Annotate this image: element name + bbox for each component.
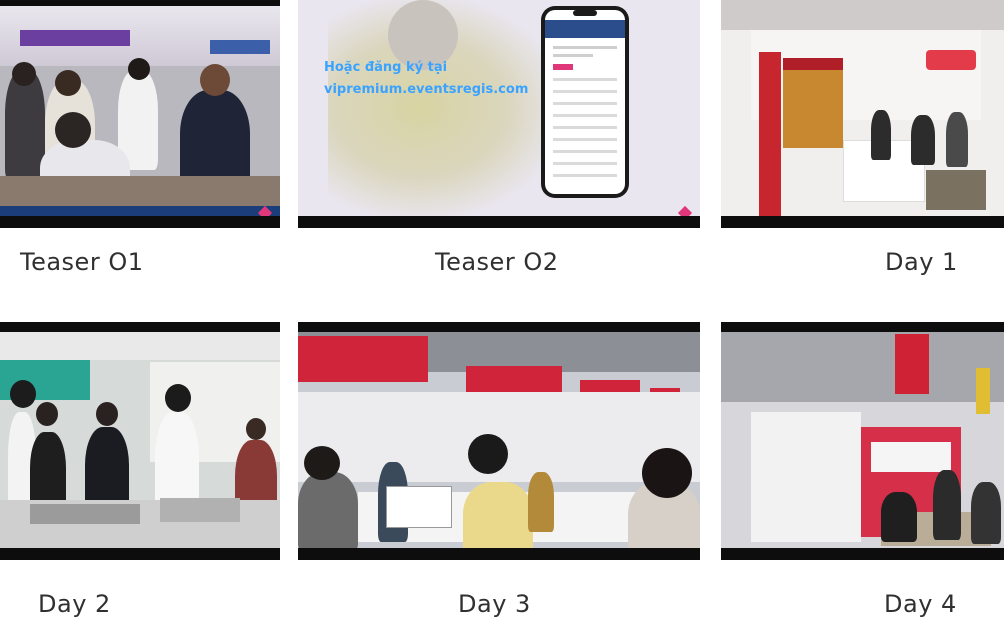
video-frame-top-bar	[0, 322, 280, 332]
video-frame-bottom-bar	[0, 548, 280, 560]
visitor-head	[10, 380, 36, 408]
video-thumbnail[interactable]	[721, 322, 1004, 560]
booth-display	[783, 58, 843, 148]
booth-sign	[210, 40, 270, 54]
video-frame-bottom-bar	[298, 548, 700, 560]
video-thumbnail[interactable]: Hoặc đăng ký tại vipremium.eventsregis.c…	[298, 0, 700, 228]
visitor-head	[128, 58, 150, 80]
product-stand	[926, 170, 986, 210]
overlay-text-line1: Hoặc đăng ký tại	[324, 60, 448, 75]
overlay-text-line2: vipremium.eventsregis.com	[324, 82, 529, 97]
booth-display-top	[783, 58, 843, 70]
visitor-head	[200, 64, 230, 96]
visitor-figure	[971, 482, 1001, 544]
visitor-head	[12, 62, 36, 86]
product-stand	[160, 498, 240, 522]
booth-wall	[751, 412, 861, 542]
visitor-figure	[528, 472, 554, 532]
video-frame-bottom-bar	[721, 548, 1004, 560]
ceiling	[721, 0, 1004, 30]
hanging-banner	[976, 368, 990, 414]
booth-pillar	[759, 52, 781, 216]
video-frame-bottom-bar	[721, 216, 1004, 228]
ceiling	[721, 332, 1004, 402]
visitor-head	[246, 418, 266, 440]
visitor-head	[642, 448, 692, 498]
video-caption: Day 4	[884, 590, 957, 618]
visitor-figure	[881, 492, 917, 542]
video-frame-bottom-bar	[0, 216, 280, 228]
visitor-figure	[298, 472, 358, 552]
ceiling-strip	[0, 332, 280, 360]
visitor-figure	[871, 110, 891, 160]
booth-sign	[298, 336, 428, 382]
product-display	[386, 486, 452, 528]
video-thumbnail[interactable]	[0, 322, 280, 560]
booth-sign	[20, 30, 130, 46]
video-thumbnail[interactable]	[721, 0, 1004, 228]
video-caption: Day 1	[885, 248, 958, 276]
visitor-figure	[946, 112, 968, 167]
visitor-head	[55, 112, 91, 148]
video-caption: Teaser O1	[20, 248, 144, 276]
visitor-figure	[911, 115, 935, 165]
visitor-head	[304, 446, 340, 480]
video-frame-bottom-bar	[298, 216, 700, 228]
phone-mockup	[541, 6, 629, 198]
video-thumbnail[interactable]	[298, 322, 700, 560]
visitor-head	[55, 70, 81, 96]
visitor-head	[36, 402, 58, 426]
visitor-figure	[5, 70, 45, 180]
visitor-figure	[933, 470, 961, 540]
counter-table	[0, 176, 280, 206]
video-frame-top-bar	[298, 322, 700, 332]
visitor-head	[468, 434, 508, 474]
visitor-head	[165, 384, 191, 412]
video-caption: Day 2	[38, 590, 111, 618]
hanging-banner	[895, 334, 929, 394]
video-thumbnail[interactable]	[0, 0, 280, 228]
info-strip	[0, 206, 280, 216]
product-stand	[30, 504, 140, 524]
video-caption: Teaser O2	[435, 248, 559, 276]
video-frame-top-bar	[721, 322, 1004, 332]
video-caption: Day 3	[458, 590, 531, 618]
visitor-head	[96, 402, 118, 426]
product-shelf	[871, 442, 951, 472]
booth-sign	[926, 50, 976, 70]
